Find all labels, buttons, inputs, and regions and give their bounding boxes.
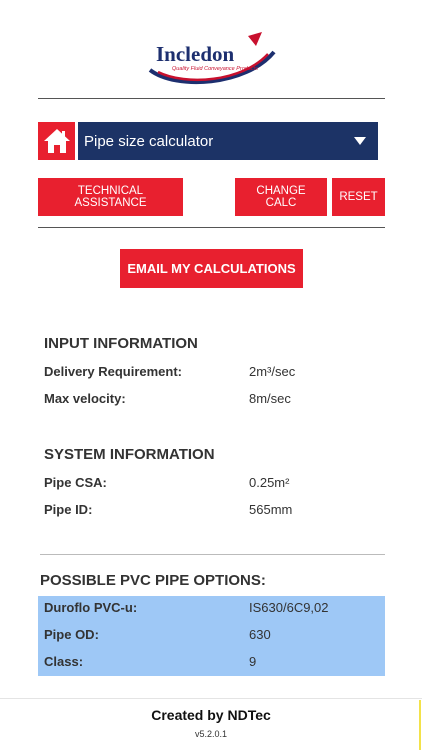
footer-credit: Created by NDTec	[151, 707, 271, 723]
pipe-csa-label: Pipe CSA:	[44, 475, 107, 490]
delivery-requirement-value: 2m³/sec	[249, 364, 296, 379]
max-velocity-value: 8m/sec	[249, 391, 291, 406]
footer-version: v5.2.0.1	[194, 729, 228, 739]
pipe-id-value: 565mm	[249, 502, 293, 517]
system-information-title: SYSTEM INFORMATION	[44, 446, 215, 463]
home-button[interactable]	[38, 122, 75, 160]
class-label: Class:	[44, 654, 84, 669]
email-calculations-button[interactable]: EMAIL MY CALCULATIONS	[120, 249, 303, 288]
chevron-down-icon	[354, 137, 366, 145]
header-divider	[38, 98, 385, 99]
duroflo-label: Duroflo PVC-u:	[44, 600, 138, 615]
duroflo-value: IS630/6C9,02	[249, 600, 329, 615]
home-icon	[43, 129, 70, 153]
pvc-options-title: POSSIBLE PVC PIPE OPTIONS:	[40, 572, 266, 589]
input-information-title: INPUT INFORMATION	[44, 335, 198, 352]
pipe-csa-value: 0.25m²	[249, 475, 290, 490]
pipe-od-value: 630	[249, 627, 271, 642]
logo-wordmark: Incledon	[156, 42, 235, 66]
max-velocity-label: Max velocity:	[44, 391, 126, 406]
results-divider	[40, 554, 385, 555]
calculator-select[interactable]: Pipe size calculator	[78, 122, 378, 160]
pipe-od-label: Pipe OD:	[44, 627, 99, 642]
technical-assistance-button[interactable]: TECHNICAL ASSISTANCE	[38, 178, 183, 216]
delivery-requirement-label: Delivery Requirement:	[44, 364, 182, 379]
edge-accent-line	[419, 700, 421, 750]
pipe-id-label: Pipe ID:	[44, 502, 93, 517]
footer-divider	[0, 698, 422, 699]
reset-button[interactable]: RESET	[332, 178, 385, 216]
class-value: 9	[249, 654, 257, 669]
calculator-select-value: Pipe size calculator	[84, 132, 214, 150]
change-calc-button[interactable]: CHANGE CALC	[235, 178, 327, 216]
toolbar-divider	[38, 227, 385, 228]
logo-tagline: Quality Fluid Conveyance Products	[172, 66, 258, 72]
incledon-logo: Incledon Quality Fluid Conveyance Produc…	[146, 28, 278, 90]
